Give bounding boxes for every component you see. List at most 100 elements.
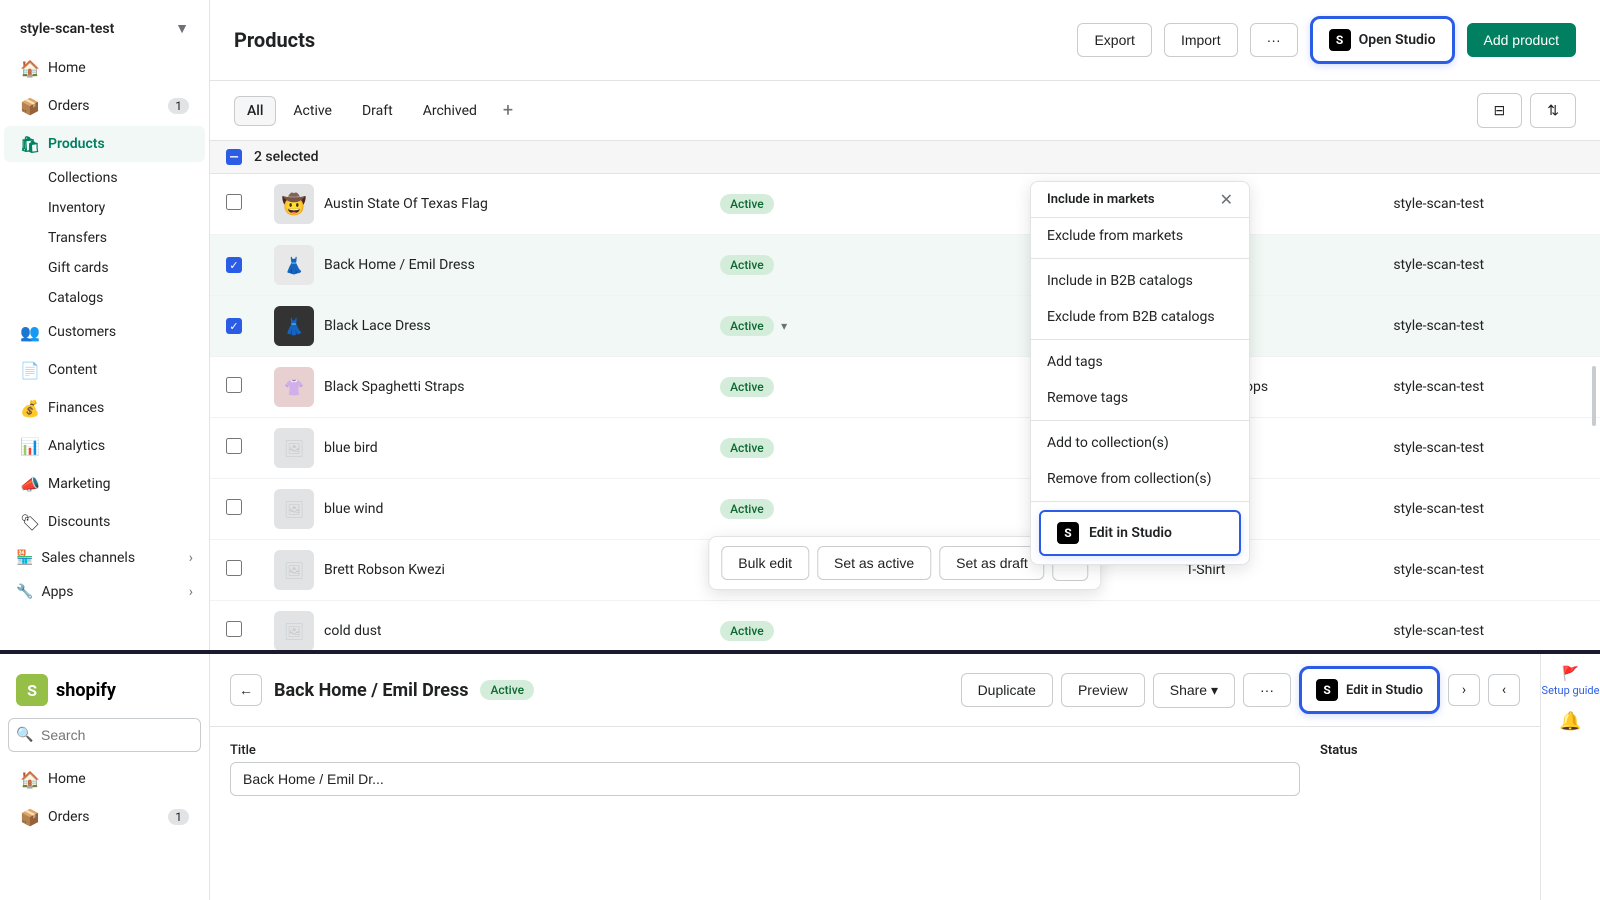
select-all-checkbox[interactable]: — bbox=[226, 149, 242, 165]
set-as-draft-button[interactable]: Set as draft bbox=[939, 546, 1045, 580]
edit-in-studio-dropdown-button[interactable]: S Edit in Studio bbox=[1039, 510, 1241, 556]
bottom-section: S shopify 🔍 🏠 Home 📦 Orders 1 ← bbox=[0, 650, 1600, 900]
sidebar-item-finances[interactable]: 💰 Finances bbox=[4, 390, 205, 426]
studio-bottom-logo-icon: S bbox=[1316, 679, 1338, 701]
product-detail-title: Back Home / Emil Dress bbox=[274, 680, 468, 701]
more-options-button[interactable]: ··· bbox=[1250, 23, 1298, 57]
sidebar-item-customers[interactable]: 👥 Customers bbox=[4, 314, 205, 350]
product-status: Active bbox=[720, 621, 774, 641]
notification-bell-icon[interactable]: 🔔 bbox=[1559, 709, 1583, 733]
sidebar-item-sales-channels[interactable]: 🏪 Sales channels › bbox=[4, 542, 205, 574]
product-image: 🤠 bbox=[274, 184, 314, 224]
dropdown-item-remove-collection[interactable]: Remove from collection(s) bbox=[1031, 461, 1249, 497]
row-checkbox[interactable] bbox=[226, 560, 242, 576]
sidebar-item-products[interactable]: 🛍 Products bbox=[4, 126, 205, 162]
main-content: Products Export Import ··· S Open Studio… bbox=[210, 0, 1600, 650]
sidebar-item-apps[interactable]: 🔧 Apps › bbox=[4, 576, 205, 608]
product-name-cell: 👗 Back Home / Emil Dress bbox=[274, 245, 688, 285]
dropdown-menu: Include in markets ✕ Exclude from market… bbox=[1030, 181, 1250, 565]
back-arrow-icon: ← bbox=[239, 682, 253, 699]
sidebar-subitem-catalogs[interactable]: Catalogs bbox=[4, 284, 205, 312]
marketing-icon: 📣 bbox=[20, 474, 40, 494]
title-form-group: Title bbox=[230, 743, 1300, 796]
sort-button[interactable]: ⇅ bbox=[1530, 93, 1576, 128]
product-name: blue wind bbox=[324, 501, 383, 517]
discounts-icon: 🏷 bbox=[20, 512, 40, 532]
bottom-sidebar-item-orders[interactable]: 📦 Orders 1 bbox=[4, 799, 205, 835]
filter-button[interactable]: ⊟ bbox=[1477, 93, 1523, 128]
product-status: Active bbox=[720, 499, 774, 519]
search-input[interactable] bbox=[8, 718, 201, 752]
product-name-cell: 👚 Black Spaghetti Straps bbox=[274, 367, 688, 407]
tab-active[interactable]: Active bbox=[280, 96, 345, 126]
dropdown-item-add-collection[interactable]: Add to collection(s) bbox=[1031, 425, 1249, 461]
next-button[interactable]: › bbox=[1448, 674, 1480, 706]
shopify-icon: S bbox=[16, 674, 48, 706]
product-name-cell: 🖼 blue bird bbox=[274, 428, 688, 468]
sidebar-item-content[interactable]: 📄 Content bbox=[4, 352, 205, 388]
dropdown-item-exclude-b2b[interactable]: Exclude from B2B catalogs bbox=[1031, 299, 1249, 335]
back-button[interactable]: ← bbox=[230, 674, 262, 706]
status-dropdown-button[interactable]: ▾ bbox=[777, 317, 791, 335]
sidebar-subitem-giftcards[interactable]: Gift cards bbox=[4, 254, 205, 282]
product-detail-header: ← Back Home / Emil Dress Active Duplicat… bbox=[210, 654, 1540, 727]
row-checkbox[interactable] bbox=[226, 194, 242, 210]
edit-in-studio-bottom-button[interactable]: S Edit in Studio bbox=[1299, 666, 1440, 714]
selected-count: 2 selected bbox=[254, 149, 319, 165]
dropdown-divider-1 bbox=[1031, 258, 1249, 259]
bottom-orders-badge: 1 bbox=[168, 809, 189, 825]
sidebar-item-analytics[interactable]: 📊 Analytics bbox=[4, 428, 205, 464]
sidebar-item-orders[interactable]: 📦 Orders 1 bbox=[4, 88, 205, 124]
row-checkbox[interactable] bbox=[226, 377, 242, 393]
row-checkbox[interactable] bbox=[226, 621, 242, 637]
setup-guide-link[interactable]: 🚩 Setup guide bbox=[1542, 666, 1600, 697]
product-name: blue bird bbox=[324, 440, 378, 456]
bottom-sidebar-item-home[interactable]: 🏠 Home bbox=[4, 761, 205, 797]
more-detail-button[interactable]: ··· bbox=[1243, 673, 1291, 707]
share-button[interactable]: Share ▾ bbox=[1153, 673, 1235, 708]
export-button[interactable]: Export bbox=[1077, 23, 1151, 57]
sidebar-item-label-analytics: Analytics bbox=[48, 438, 105, 454]
preview-button[interactable]: Preview bbox=[1061, 673, 1145, 707]
open-studio-button[interactable]: S Open Studio bbox=[1310, 16, 1455, 64]
dropdown-item-exclude-markets[interactable]: Exclude from markets bbox=[1031, 218, 1249, 254]
prev-nav-button[interactable]: ‹ bbox=[1488, 674, 1520, 706]
sidebar-subitem-collections[interactable]: Collections bbox=[4, 164, 205, 192]
sidebar-subitem-inventory[interactable]: Inventory bbox=[4, 194, 205, 222]
sidebar-item-label-orders: Orders bbox=[48, 98, 90, 114]
bulk-edit-button[interactable]: Bulk edit bbox=[721, 546, 809, 580]
add-product-button[interactable]: Add product bbox=[1467, 23, 1577, 57]
tab-draft[interactable]: Draft bbox=[349, 96, 406, 126]
product-image: 👗 bbox=[274, 245, 314, 285]
product-detail-actions: Duplicate Preview Share ▾ ··· S Edit in … bbox=[961, 666, 1520, 714]
product-name-cell: 🖼 cold dust bbox=[274, 611, 688, 650]
sidebar-subitem-transfers[interactable]: Transfers bbox=[4, 224, 205, 252]
product-name: Brett Robson Kwezi bbox=[324, 562, 445, 578]
dropdown-item-add-tags[interactable]: Add tags bbox=[1031, 344, 1249, 380]
product-status-badge: Active bbox=[480, 680, 534, 700]
dropdown-item-include-b2b[interactable]: Include in B2B catalogs bbox=[1031, 263, 1249, 299]
dropdown-item-remove-tags[interactable]: Remove tags bbox=[1031, 380, 1249, 416]
duplicate-button[interactable]: Duplicate bbox=[961, 673, 1053, 707]
row-checkbox[interactable]: ✓ bbox=[226, 257, 242, 273]
product-image: 👚 bbox=[274, 367, 314, 407]
sidebar-item-discounts[interactable]: 🏷 Discounts bbox=[4, 504, 205, 540]
sidebar-item-marketing[interactable]: 📣 Marketing bbox=[4, 466, 205, 502]
tab-archived[interactable]: Archived bbox=[410, 96, 490, 126]
row-checkbox[interactable]: ✓ bbox=[226, 318, 242, 334]
store-selector[interactable]: style-scan-test ▼ bbox=[8, 12, 201, 45]
set-as-active-button[interactable]: Set as active bbox=[817, 546, 931, 580]
import-button[interactable]: Import bbox=[1164, 23, 1238, 57]
tab-all[interactable]: All bbox=[234, 96, 276, 126]
orders-badge: 1 bbox=[168, 98, 189, 114]
sidebar-item-home[interactable]: 🏠 Home bbox=[4, 50, 205, 86]
row-checkbox[interactable] bbox=[226, 438, 242, 454]
open-studio-label: Open Studio bbox=[1359, 32, 1436, 48]
dropdown-close-icon[interactable]: ✕ bbox=[1220, 190, 1233, 209]
title-input[interactable] bbox=[230, 762, 1300, 796]
table-row: 🖼 blue wind Active style-scan-test bbox=[210, 479, 1600, 540]
add-tab-button[interactable]: + bbox=[494, 97, 522, 125]
page-title: Products bbox=[234, 28, 315, 52]
row-checkbox[interactable] bbox=[226, 499, 242, 515]
next-arrow-icon: › bbox=[1462, 682, 1466, 698]
